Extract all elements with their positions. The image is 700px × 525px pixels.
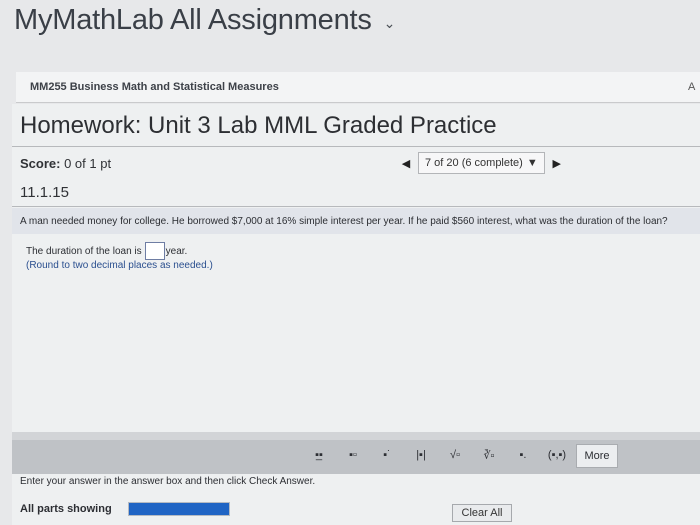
app-title-bar[interactable]: MyMathLab All Assignments ⌄ — [14, 0, 395, 40]
course-name[interactable]: MM255 Business Math and Statistical Meas… — [30, 81, 279, 93]
answer-input[interactable] — [144, 242, 165, 260]
score-value: 0 of 1 pt — [64, 156, 112, 171]
triangle-down-icon: ▼ — [526, 157, 538, 169]
rounding-hint: (Round to two decimal places as needed.) — [26, 260, 213, 271]
toolbar-strip — [12, 432, 700, 440]
parts-progress-bar — [127, 502, 230, 516]
answer-line: The duration of the loan is year. — [26, 242, 187, 260]
square-root-tool[interactable]: √▫ — [440, 444, 470, 466]
question-text: A man needed money for college. He borro… — [20, 215, 668, 227]
mixed-number-tool[interactable]: ▪▫ — [338, 444, 368, 466]
parts-status: All parts showing — [20, 502, 230, 516]
absolute-value-tool[interactable]: |▪| — [406, 444, 436, 466]
answer-suffix: year. — [165, 245, 188, 257]
course-bar-right-text[interactable]: A — [688, 81, 695, 93]
question-prompt: A man needed money for college. He borro… — [12, 208, 700, 234]
nth-root-tool[interactable]: ∛▫ — [474, 444, 504, 466]
answer-prefix: The duration of the loan is — [26, 245, 142, 257]
decimal-tool[interactable]: ▪. — [508, 444, 538, 466]
assignment-panel: Homework: Unit 3 Lab MML Graded Practice… — [12, 104, 700, 525]
triangle-right-icon[interactable]: ▶ — [549, 157, 565, 170]
exponent-tool[interactable]: ▪˙ — [372, 444, 402, 466]
triangle-left-icon[interactable]: ◀ — [398, 157, 414, 170]
divider — [12, 146, 700, 147]
parts-progress-fill — [128, 503, 229, 515]
score: Score: 0 of 1 pt — [20, 156, 111, 171]
math-toolbar: ▪̲▪ ▪▫ ▪˙ |▪| √▫ ∛▫ ▪. (▪,▪) More — [12, 432, 700, 474]
more-button[interactable]: More — [576, 444, 618, 468]
app-title: MyMathLab All Assignments — [14, 3, 372, 36]
question-navigator: ◀ 7 of 20 (6 complete) ▼ ▶ — [398, 152, 590, 174]
ordered-pair-tool[interactable]: (▪,▪) — [542, 444, 572, 466]
question-selector[interactable]: 7 of 20 (6 complete) ▼ — [418, 152, 545, 174]
clear-all-button[interactable]: Clear All — [452, 504, 512, 522]
course-bar: MM255 Business Math and Statistical Meas… — [16, 72, 700, 103]
chevron-down-icon[interactable]: ⌄ — [384, 15, 396, 32]
question-number: 11.1.15 — [20, 184, 69, 201]
score-label: Score: — [20, 156, 61, 171]
question-progress-text: 7 of 20 (6 complete) — [425, 157, 523, 169]
parts-label: All parts showing — [20, 503, 112, 515]
math-tools: ▪̲▪ ▪▫ ▪˙ |▪| √▫ ∛▫ ▪. (▪,▪) More — [304, 444, 618, 468]
fraction-tool[interactable]: ▪̲▪ — [304, 444, 334, 466]
instruction-text: Enter your answer in the answer box and … — [20, 476, 316, 487]
divider — [12, 206, 700, 207]
homework-title: Homework: Unit 3 Lab MML Graded Practice — [20, 112, 497, 139]
